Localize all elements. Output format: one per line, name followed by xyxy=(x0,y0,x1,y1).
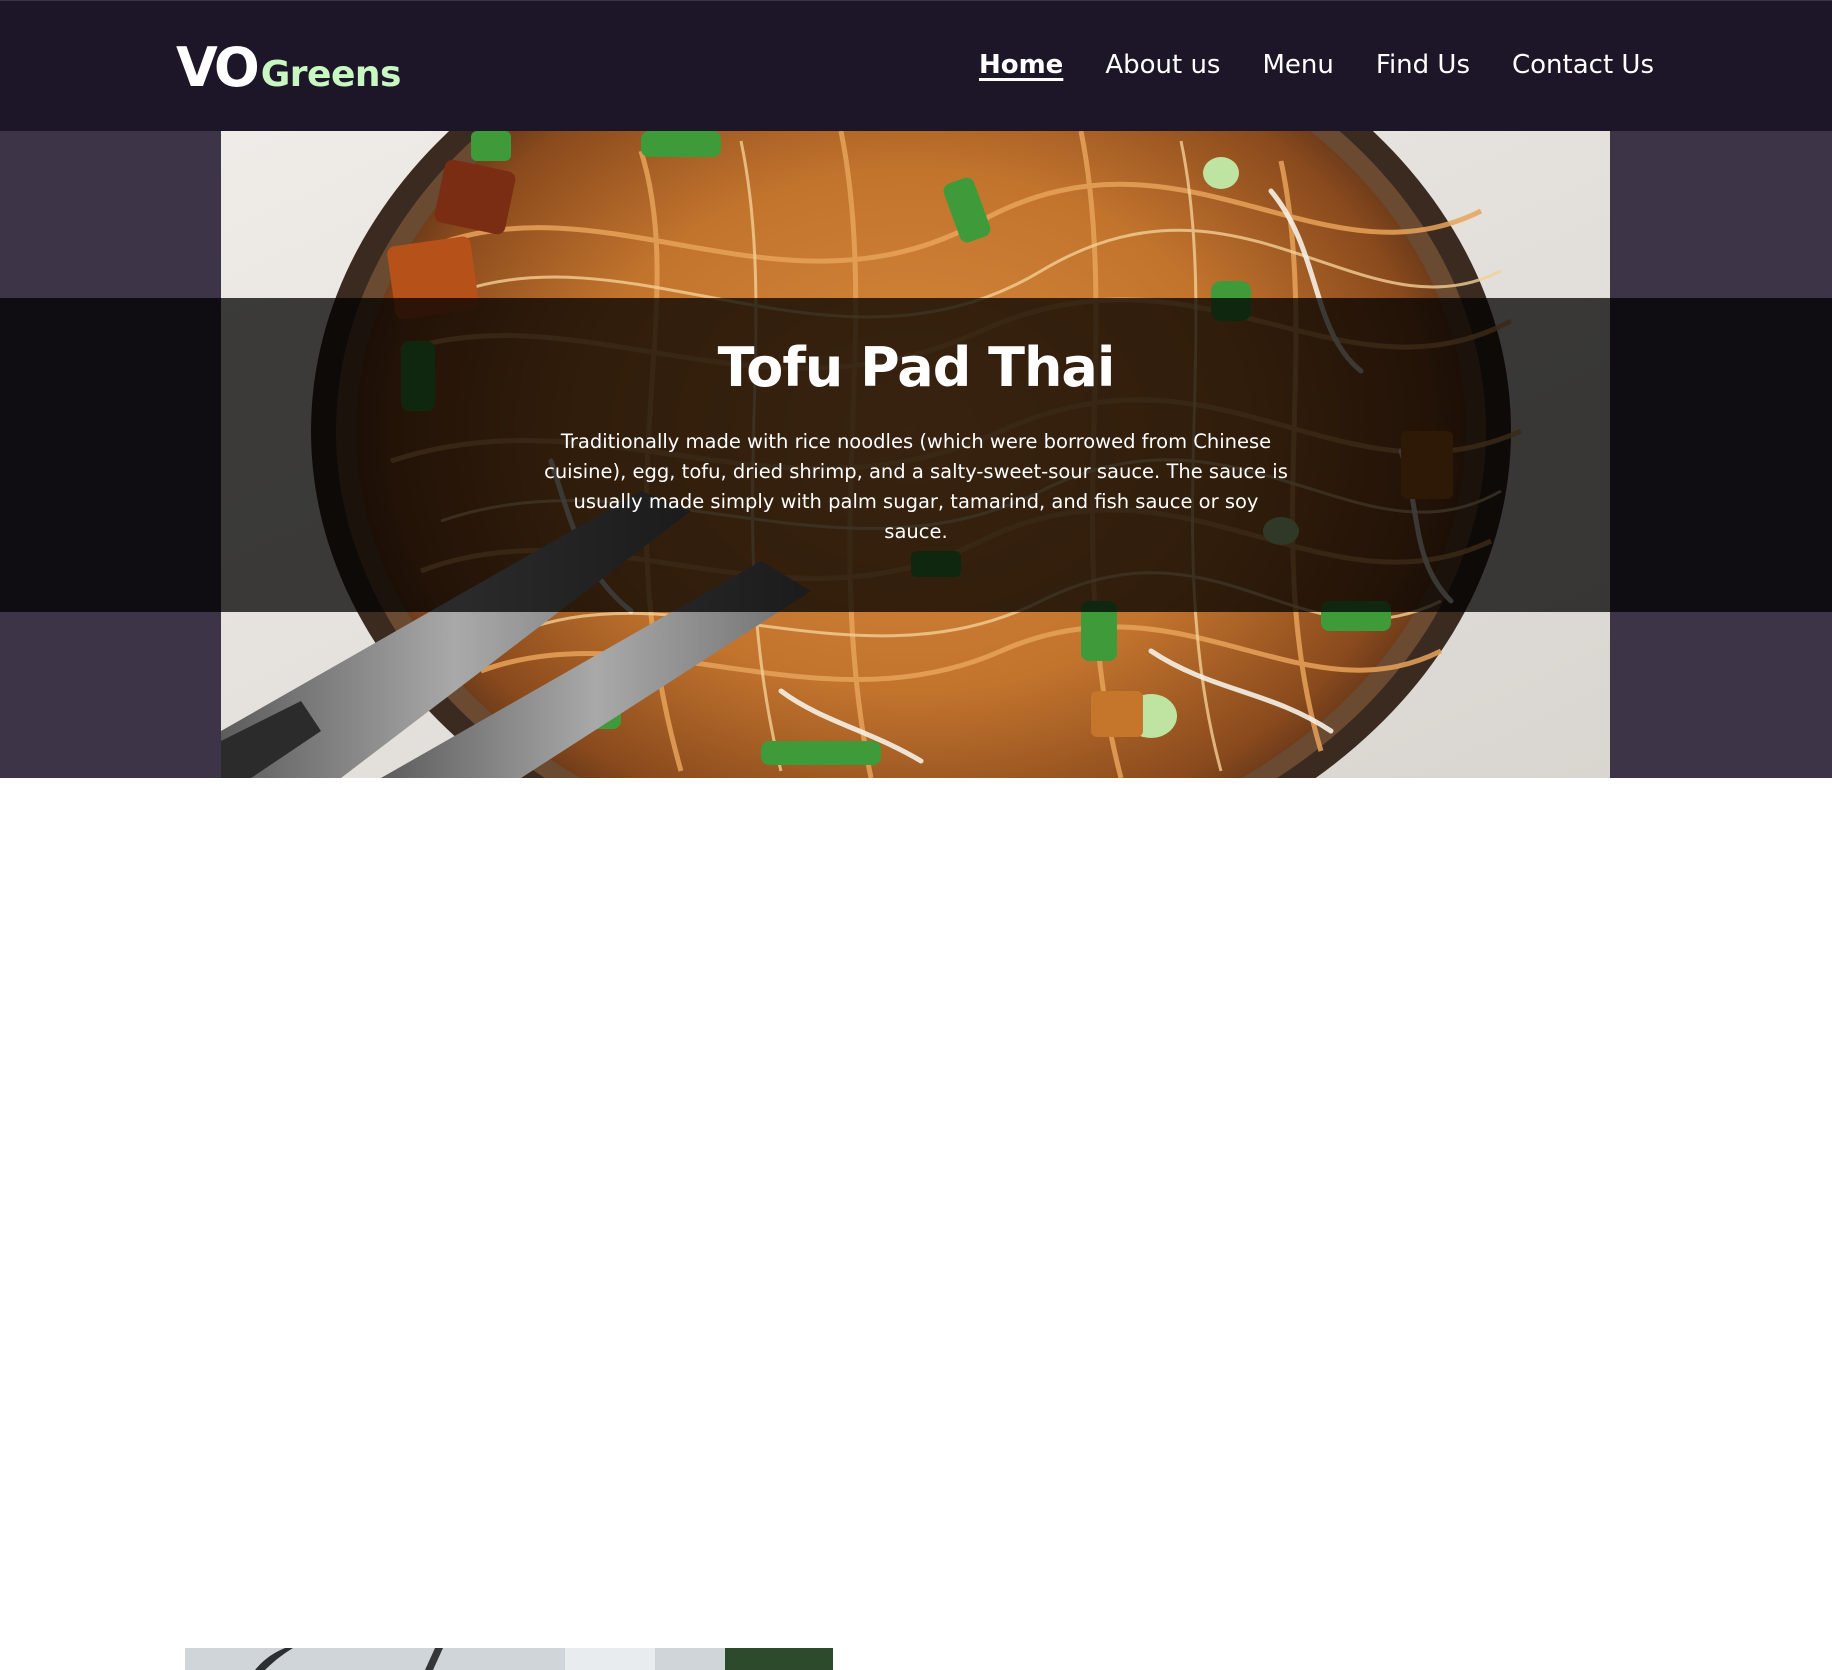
site-header: VO Greens Home About us Menu Find Us Con… xyxy=(0,0,1832,131)
site-logo[interactable]: VO Greens xyxy=(176,35,401,95)
nav-link-home[interactable]: Home xyxy=(979,47,1063,83)
nav-link-about-us[interactable]: About us xyxy=(1105,47,1220,83)
content-image-preview xyxy=(185,1648,833,1670)
nav-link-contact-us[interactable]: Contact Us xyxy=(1512,47,1654,83)
nav-link-menu[interactable]: Menu xyxy=(1262,47,1333,83)
content-section xyxy=(0,778,1832,1670)
hero-section: Tofu Pad Thai Traditionally made with ri… xyxy=(0,131,1832,778)
logo-primary-text: VO xyxy=(176,36,260,99)
nav-link-find-us[interactable]: Find Us xyxy=(1376,47,1470,83)
logo-secondary-text: Greens xyxy=(260,54,402,95)
hero-description: Traditionally made with rice noodles (wh… xyxy=(544,430,1288,543)
hero-title: Tofu Pad Thai xyxy=(717,336,1116,399)
main-nav: Home About us Menu Find Us Contact Us xyxy=(979,47,1654,83)
